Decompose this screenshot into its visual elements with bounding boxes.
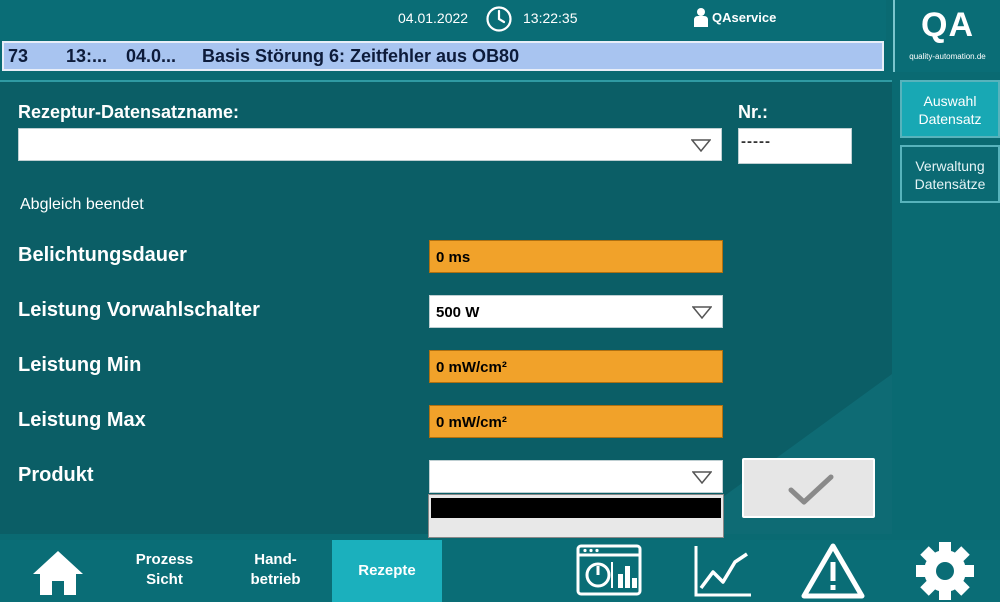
nav-recipes[interactable]: Rezepte (332, 540, 442, 602)
nav-manual-line2: betrieb (250, 571, 301, 588)
nav-settings[interactable] (906, 540, 984, 602)
product-option-selected[interactable] (431, 498, 721, 518)
nav-manual-mode[interactable]: Hand- betrieb (228, 540, 323, 602)
alarm-number: 73 (8, 46, 29, 66)
nav-home[interactable] (8, 540, 108, 602)
alarm-time: 13:... (66, 46, 108, 66)
dashboard-icon (576, 544, 642, 596)
dropdown-arrow-icon (692, 471, 712, 484)
confirm-button[interactable] (742, 458, 875, 518)
header-time: 13:22:35 (523, 10, 578, 26)
select-dataset-button[interactable]: Auswahl Datensatz (900, 80, 1000, 138)
power-min-label: Leistung Min (18, 354, 142, 376)
power-preset-dropdown[interactable]: 500 W (429, 295, 723, 328)
dropdown-arrow-icon (692, 306, 712, 319)
select-dataset-line1: Auswahl (923, 93, 977, 109)
checkmark-icon (788, 474, 834, 505)
nav-dashboard[interactable] (572, 540, 646, 602)
manage-datasets-line1: Verwaltung (915, 158, 985, 174)
product-label: Produkt (18, 464, 94, 486)
recipe-name-label: Rezeptur-Datensatzname: (18, 102, 240, 122)
manage-datasets-button[interactable]: Verwaltung Datensätze (900, 145, 1000, 203)
power-max-value: 0 mW/cm² (436, 414, 507, 431)
exposure-label: Belichtungsdauer (18, 244, 187, 266)
home-icon (33, 551, 83, 595)
power-min-value: 0 mW/cm² (436, 359, 507, 376)
logo-text: QA (921, 6, 974, 44)
power-max-field: 0 mW/cm² (429, 405, 723, 438)
nr-value: ----- (741, 133, 771, 150)
trend-chart-icon (694, 546, 751, 597)
header-bar: 04.01.2022 13:22:35 QAservice (0, 0, 886, 40)
user-icon (694, 8, 708, 27)
nav-process-view[interactable]: Prozess Sicht (117, 540, 212, 602)
header-user[interactable]: QAservice (712, 10, 776, 25)
bottom-navigation: Prozess Sicht Hand- betrieb Rezepte (0, 540, 1000, 602)
company-logo: QA quality-automation.de (893, 0, 1000, 72)
nav-manual-line1: Hand- (254, 551, 297, 568)
nr-field[interactable]: ----- (738, 128, 852, 164)
nav-process-line2: Sicht (146, 571, 183, 588)
gear-icon (916, 542, 974, 600)
logo-url: quality-automation.de (909, 52, 986, 61)
alarm-message-bar[interactable]: 73 13:... 04.0... Basis Störung 6: Zeitf… (2, 41, 884, 71)
header-date: 04.01.2022 (398, 10, 469, 26)
exposure-value: 0 ms (436, 249, 471, 266)
power-preset-label: Leistung Vorwahlschalter (18, 299, 260, 321)
power-preset-value: 500 W (436, 304, 480, 321)
clock-icon (486, 6, 512, 32)
product-dropdown-list[interactable] (428, 494, 724, 538)
dropdown-arrow-icon (691, 139, 711, 152)
power-min-field: 0 mW/cm² (429, 350, 723, 383)
product-dropdown[interactable] (429, 460, 723, 493)
warning-icon (801, 543, 865, 599)
recipe-name-dropdown[interactable] (18, 128, 722, 161)
nav-recipes-label: Rezepte (358, 562, 416, 579)
nav-process-line1: Prozess (135, 551, 194, 568)
status-text: Abgleich beendet (20, 196, 144, 213)
manage-datasets-line2: Datensätze (914, 176, 986, 192)
alarm-text: Basis Störung 6: Zeitfehler aus OB80 (202, 46, 520, 66)
nr-label: Nr.: (738, 102, 769, 122)
select-dataset-line2: Datensatz (918, 111, 982, 127)
exposure-field: 0 ms (429, 240, 723, 273)
power-max-label: Leistung Max (18, 409, 146, 431)
nav-trends[interactable] (688, 540, 758, 602)
alarm-date: 04.0... (126, 46, 177, 66)
nav-alarms[interactable] (797, 540, 869, 602)
